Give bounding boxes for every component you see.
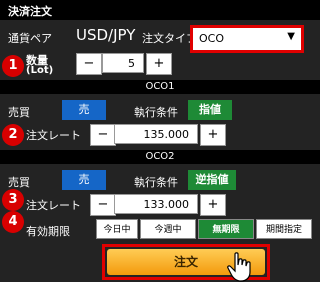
expiry-unlimited-button[interactable]: 無期限 [198,219,254,239]
oco2-rate-label: 注文レート [26,199,81,212]
oco1-side-button[interactable]: 売 [62,100,106,120]
oco1-rate-input[interactable]: 135.000 [114,124,198,144]
expiry-period-button[interactable]: 期間指定 [256,219,312,239]
oco1-rate-label: 注文レート [26,129,81,142]
step-badge-1: 1 [2,55,24,77]
pair-value: USD/JPY [76,26,136,44]
oco2-rate-minus-button[interactable]: − [90,194,116,216]
oco1-side-label: 売買 [8,106,30,119]
title-bar: 決済注文 [0,0,320,20]
oco2-header: OCO2 [0,150,320,164]
order-type-value: OCO [199,32,224,45]
expiry-today-button[interactable]: 今日中 [96,219,138,239]
pair-label: 通貨ペア [8,32,52,45]
step-badge-3: 3 [2,189,24,211]
oco2-side-label: 売買 [8,176,30,189]
qty-minus-button[interactable]: − [76,53,102,75]
oco1-cond-label: 執行条件 [134,106,178,119]
chevron-down-icon: ▼ [287,31,295,42]
qty-unit-label: (Lot) [26,65,54,76]
oco1-rate-minus-button[interactable]: − [90,124,116,146]
step-badge-2: 2 [2,124,24,146]
oco1-cond-button[interactable]: 指値 [188,100,232,120]
expiry-week-button[interactable]: 今週中 [140,219,196,239]
qty-input[interactable]: 5 [102,53,144,73]
oco1-header-text: OCO1 [145,81,175,92]
order-type-label: 注文タイプ [142,32,197,45]
oco1-rate-plus-button[interactable]: + [200,124,226,146]
oco2-rate-input[interactable]: 133.000 [114,194,198,214]
page-title: 決済注文 [8,5,52,18]
expiry-label: 有効期限 [26,225,70,238]
oco2-side-button[interactable]: 売 [62,170,106,190]
oco1-header: OCO1 [0,80,320,94]
oco2-cond-button[interactable]: 逆指値 [188,170,236,190]
oco2-rate-plus-button[interactable]: + [200,194,226,216]
qty-plus-button[interactable]: + [146,53,172,75]
step-badge-4: 4 [2,211,24,233]
oco2-cond-label: 執行条件 [134,176,178,189]
pointer-hand-icon [227,252,251,282]
oco2-header-text: OCO2 [145,151,175,162]
order-type-select[interactable]: OCO ▼ [190,25,304,53]
